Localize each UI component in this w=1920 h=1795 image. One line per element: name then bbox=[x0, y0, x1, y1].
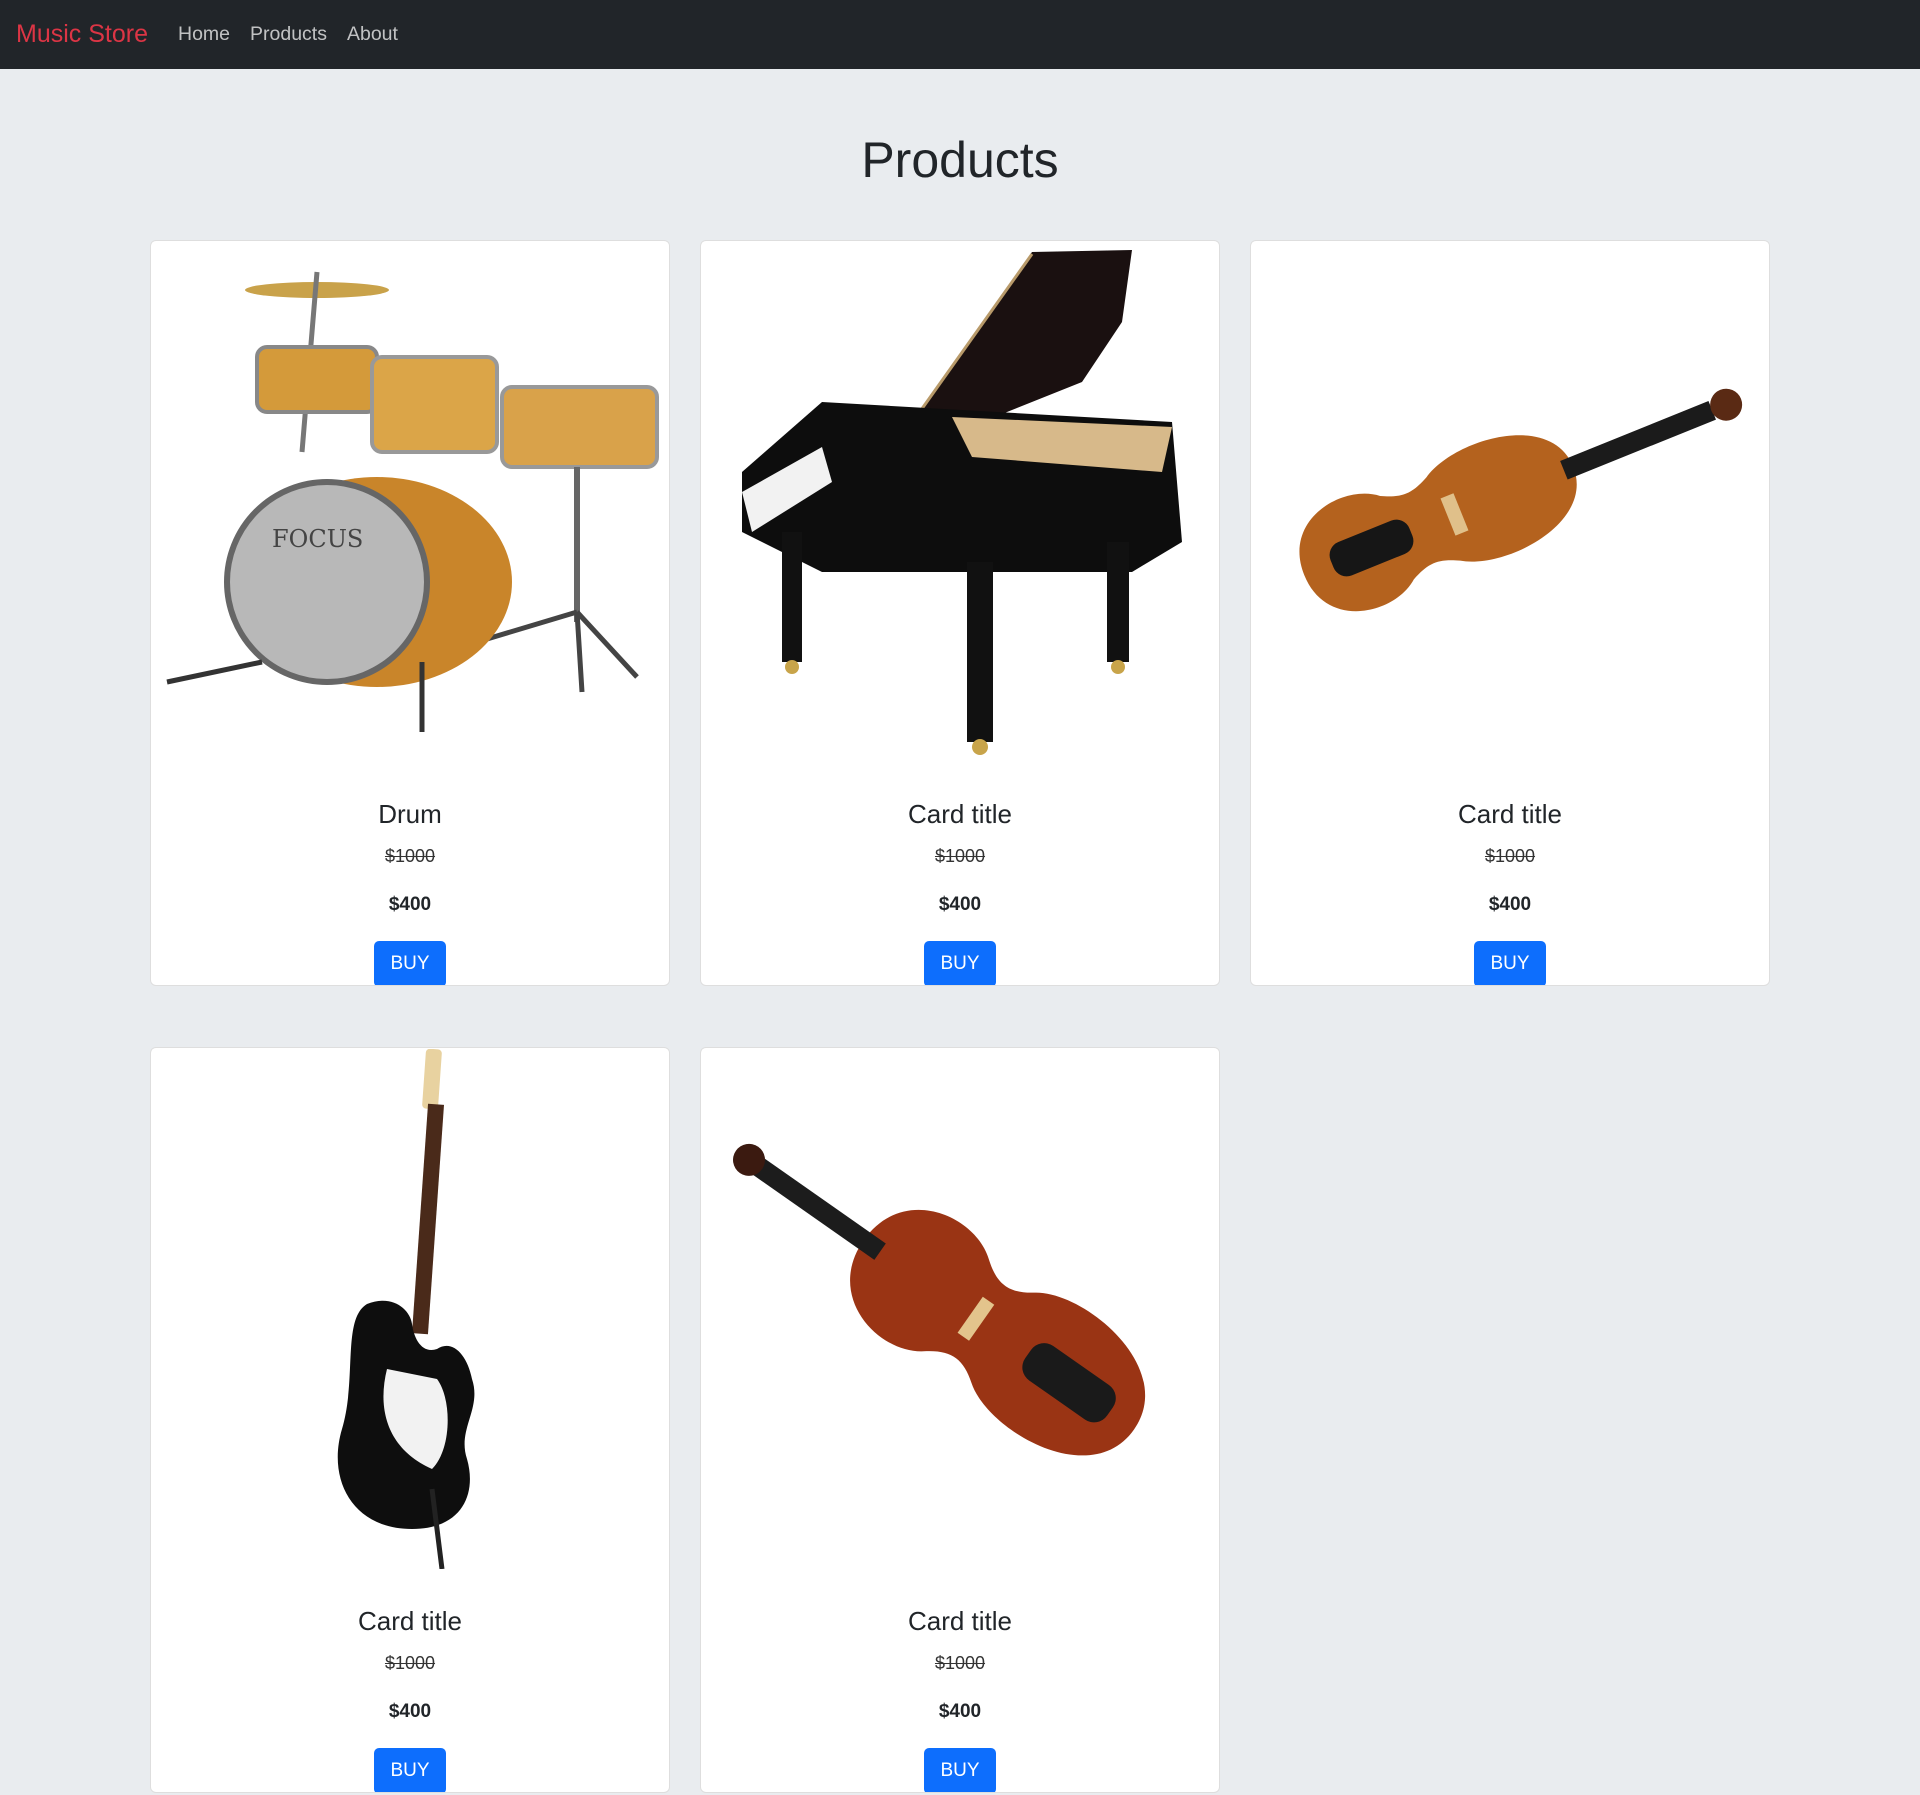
buy-button[interactable]: BUY bbox=[374, 1748, 446, 1792]
electric-guitar-image bbox=[152, 1049, 669, 1569]
svg-text:FOCUS: FOCUS bbox=[272, 525, 363, 553]
top-navbar: Music Store Home Products About bbox=[0, 0, 1920, 69]
old-price: $1000 bbox=[1484, 846, 1536, 866]
price: $400 bbox=[938, 1701, 982, 1722]
old-price: $1000 bbox=[384, 1653, 436, 1673]
price: $400 bbox=[388, 894, 432, 915]
buy-button[interactable]: BUY bbox=[1474, 941, 1546, 985]
card-title: Drum bbox=[378, 799, 442, 829]
drum-kit-image: FOCUS bbox=[152, 242, 669, 762]
old-price: $1000 bbox=[934, 1653, 986, 1673]
old-price: $1000 bbox=[934, 846, 986, 866]
card-title: Card title bbox=[1457, 799, 1563, 829]
price: $400 bbox=[388, 1701, 432, 1722]
product-card: Card title $1000 $400 BUY bbox=[700, 1047, 1220, 1793]
card-body: Card title $1000 $400 BUY bbox=[701, 763, 1219, 985]
card-title: Card title bbox=[907, 1606, 1013, 1636]
grand-piano-image bbox=[702, 242, 1219, 762]
card-body: Drum $1000 $400 BUY bbox=[151, 763, 669, 985]
old-price: $1000 bbox=[384, 846, 436, 866]
price: $400 bbox=[1488, 894, 1532, 915]
violin-image bbox=[702, 1049, 1219, 1569]
card-title: Card title bbox=[357, 1606, 463, 1636]
nav-link-about[interactable]: About bbox=[347, 23, 398, 46]
card-body: Card title $1000 $400 BUY bbox=[1251, 763, 1769, 985]
product-card: Card title $1000 $400 BUY bbox=[150, 1047, 670, 1793]
price: $400 bbox=[938, 894, 982, 915]
product-card: Card title $1000 $400 BUY bbox=[1250, 240, 1770, 986]
buy-button[interactable]: BUY bbox=[924, 1748, 996, 1792]
violin-image bbox=[1252, 242, 1769, 762]
page-title: Products bbox=[861, 132, 1059, 188]
product-card: FOCUS Drum $1000 $400 BUY bbox=[150, 240, 670, 986]
card-body: Card title $1000 $400 BUY bbox=[151, 1570, 669, 1792]
card-title: Card title bbox=[907, 799, 1013, 829]
nav-link-home[interactable]: Home bbox=[178, 23, 230, 46]
nav-link-products[interactable]: Products bbox=[250, 23, 327, 46]
buy-button[interactable]: BUY bbox=[374, 941, 446, 985]
buy-button[interactable]: BUY bbox=[924, 941, 996, 985]
card-body: Card title $1000 $400 BUY bbox=[701, 1570, 1219, 1792]
product-card: Card title $1000 $400 BUY bbox=[700, 240, 1220, 986]
brand-link[interactable]: Music Store bbox=[16, 20, 148, 49]
